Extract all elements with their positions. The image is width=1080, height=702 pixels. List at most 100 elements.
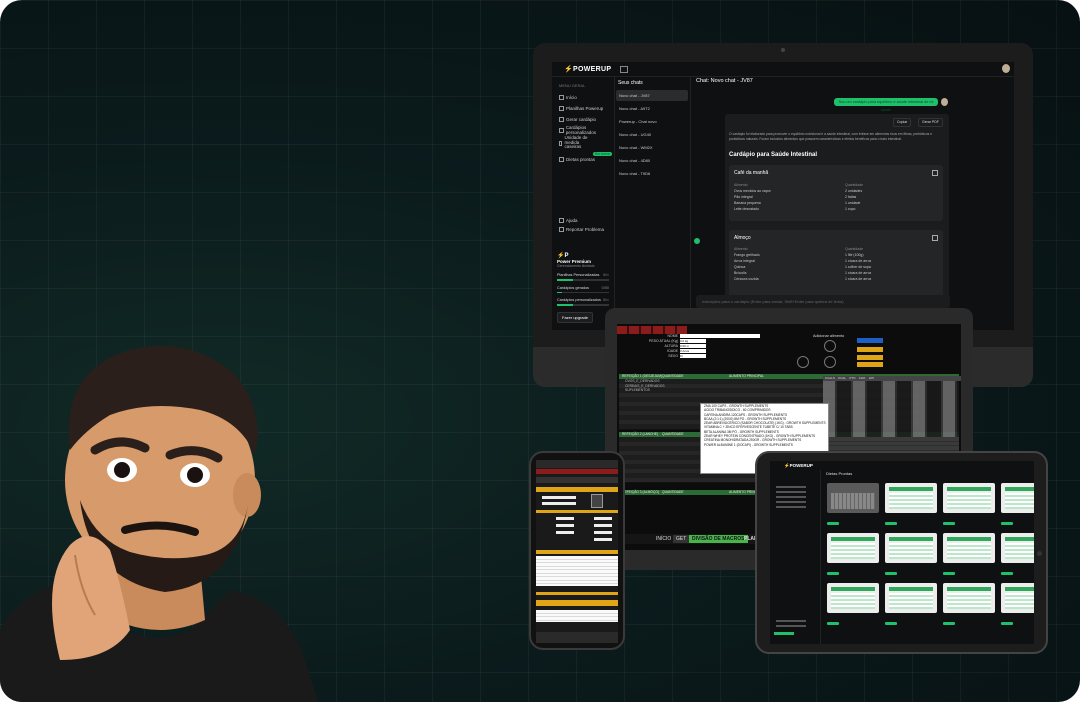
form-label: IDADE xyxy=(667,349,678,353)
pdf-button[interactable]: Gerar PDF xyxy=(918,118,943,127)
phone-field[interactable] xyxy=(594,531,612,534)
phone-gold-bar xyxy=(536,592,618,595)
sidebar-item-dietas[interactable]: Dietas prontas xyxy=(559,156,595,162)
result-badge xyxy=(857,338,883,343)
copy-button[interactable]: Copiar xyxy=(893,118,912,127)
answer-intro: O cardápio foi elaborado para promover o… xyxy=(729,132,933,141)
tablet-page-title: Dietas Prontas xyxy=(826,471,853,476)
home-button xyxy=(1037,551,1042,556)
plan-card: ⚡P Power Premium Gerenciamento ilimitado… xyxy=(557,252,609,328)
diet-card[interactable] xyxy=(885,583,937,627)
plan-usage-row: Planilhas Personalizadas 0/∞ xyxy=(557,273,609,277)
camera-icon xyxy=(781,48,785,52)
meal-row: Cenoura cozida 1 xícara de arroz xyxy=(734,277,872,281)
sidebar-item-ajuda[interactable]: Ajuda xyxy=(559,217,578,223)
tab-inicio[interactable]: INÍCIO xyxy=(653,535,674,543)
copy-icon[interactable] xyxy=(932,170,938,176)
diet-card[interactable] xyxy=(827,483,879,527)
meal-card: Almoço Alimento Quantidade Frango grelhad… xyxy=(729,230,943,304)
form-label: PESO ATUAL (Kg) xyxy=(649,339,678,343)
phone-field[interactable] xyxy=(556,531,574,534)
user-avatar-small xyxy=(941,98,948,106)
add-food-label: Adicionar alimento xyxy=(813,334,845,338)
sidebar-item-planilhas[interactable]: Planilhas Powerup xyxy=(559,105,603,111)
result-badge xyxy=(857,355,883,360)
chat-list-item[interactable]: Novo chat - T9D6 xyxy=(616,168,688,179)
phone-field[interactable] xyxy=(556,524,574,527)
tablet-upgrade-button[interactable] xyxy=(774,632,794,635)
tab-get[interactable]: GET xyxy=(673,535,690,543)
chat-list-item[interactable]: Novo chat - JV87 xyxy=(616,90,688,101)
chat-list-item[interactable]: Powerup - Chat novo xyxy=(616,116,688,127)
phone-table[interactable] xyxy=(536,610,618,622)
phone-gold-bar xyxy=(536,510,618,513)
meal-row: Brócolis 1 xícara de arroz xyxy=(734,271,872,275)
phone-gold-bar xyxy=(536,487,618,492)
dropdown-option[interactable]: POWER ALBUMINE 1 (DOCAPI) - GROWTH SUPPL… xyxy=(701,443,828,447)
diet-card[interactable] xyxy=(1001,533,1034,577)
chat-list-item[interactable]: Novo chat - UG40 xyxy=(616,129,688,140)
phone-field[interactable] xyxy=(594,517,612,520)
user-avatar[interactable] xyxy=(1002,64,1010,73)
diet-card[interactable] xyxy=(827,533,879,577)
phone-red-row xyxy=(536,469,618,474)
height-field[interactable]: 0.00 m xyxy=(680,344,706,348)
chat-list-item[interactable]: Novo chat - WM2X xyxy=(616,142,688,153)
phone-gold-bar xyxy=(536,550,618,554)
sidebar: MENU GERAL Início Planilhas Powerup Gera… xyxy=(552,76,615,330)
menu-title: Cardápio para Saúde Intestinal xyxy=(729,152,818,158)
phone-icon[interactable] xyxy=(591,494,603,508)
name-field[interactable] xyxy=(680,334,760,338)
diet-card[interactable] xyxy=(943,533,995,577)
scroll-down-button[interactable] xyxy=(694,238,700,244)
meal-header: Alimento Quantidade xyxy=(734,183,864,187)
diet-card[interactable] xyxy=(885,483,937,527)
chat-list-item[interactable]: Novo chat - 4D80 xyxy=(616,155,688,166)
sidebar-toggle-icon[interactable] xyxy=(620,66,628,73)
sex-field[interactable]: M xyxy=(680,354,706,358)
usage-bar xyxy=(557,291,609,293)
hero-stage: ⚡POWERUP MENU GERAL Início Planilhas Pow… xyxy=(0,0,1080,702)
app-logo[interactable]: ⚡POWERUP xyxy=(564,65,611,73)
protocol-icon[interactable] xyxy=(824,356,836,368)
phone-field[interactable] xyxy=(594,524,612,527)
refresh-icon[interactable] xyxy=(797,356,809,368)
diet-card[interactable] xyxy=(827,583,879,627)
tab-divisao-macros[interactable]: DIVISÃO DE MACROS xyxy=(689,535,748,543)
memoji-avatar xyxy=(0,345,318,702)
sidebar-item-cardapios[interactable]: Cardápios personalizados xyxy=(559,125,614,135)
phone-field[interactable] xyxy=(556,517,574,520)
macro-cells xyxy=(823,381,959,437)
diet-card[interactable] xyxy=(885,533,937,577)
sidebar-item-report[interactable]: Reportar Problema xyxy=(559,226,604,232)
meal-header: Alimento Quantidade xyxy=(734,247,864,251)
result-badge xyxy=(857,362,883,367)
age-field[interactable]: 0 Anos xyxy=(680,349,706,353)
prompt-input[interactable]: Instruções para o cardápio (Enter para e… xyxy=(696,295,950,308)
chat-list-item[interactable]: Novo chat - A9T2 xyxy=(616,103,688,114)
copy-icon[interactable] xyxy=(932,235,938,241)
phone-field[interactable] xyxy=(542,502,576,505)
weight-field[interactable]: 0.0 kg xyxy=(680,339,706,343)
sidebar-item-inicio[interactable]: Início xyxy=(559,94,577,100)
phone-table[interactable] xyxy=(536,556,618,586)
phone-screen xyxy=(536,460,618,643)
sidebar-item-gerar-cardapio[interactable]: Gerar cardápio xyxy=(559,116,596,122)
phone-field[interactable] xyxy=(542,496,576,499)
list-icon xyxy=(559,127,564,133)
warning-icon xyxy=(559,226,564,232)
add-food-icon[interactable] xyxy=(824,340,836,352)
diet-card[interactable] xyxy=(1001,583,1034,627)
user-message: Sou um cardápio para equilíbrio e saúde … xyxy=(834,98,938,112)
diet-card[interactable] xyxy=(943,483,995,527)
sheet-icon xyxy=(559,105,564,111)
diet-card[interactable] xyxy=(1001,483,1034,527)
plan-usage-row: Cardápios gerados 0/50 xyxy=(557,285,609,290)
sparkle-icon xyxy=(559,116,564,122)
sidebar-item-unidade[interactable]: Unidade de medida caseiras xyxy=(559,136,592,149)
diet-card[interactable] xyxy=(943,583,995,627)
plan-logo: ⚡P xyxy=(557,253,569,259)
phone-row xyxy=(536,477,618,483)
phone-field[interactable] xyxy=(594,538,612,541)
upgrade-button[interactable]: Fazer upgrade xyxy=(557,311,594,323)
